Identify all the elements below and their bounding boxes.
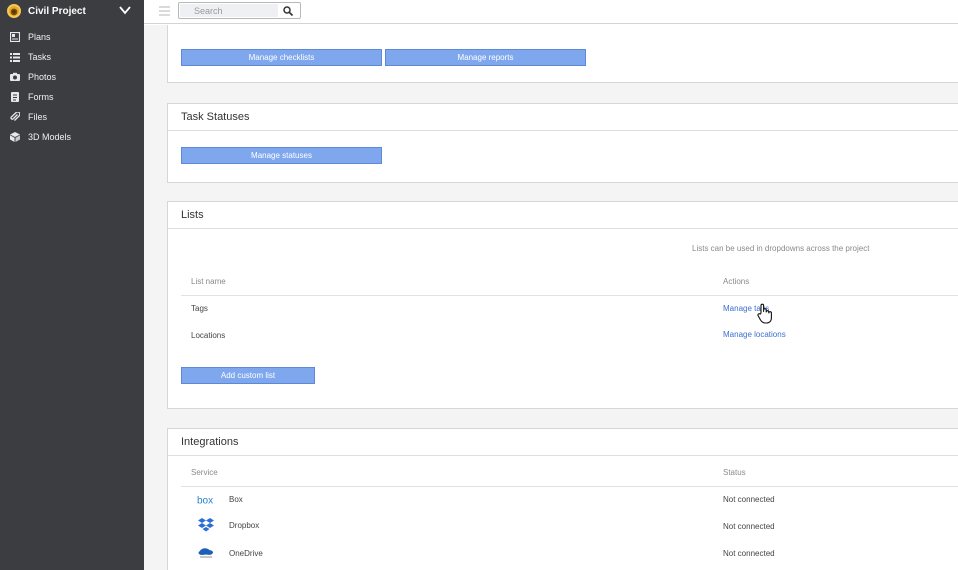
sidebar-item-label: Forms	[28, 92, 54, 102]
integration-status: Not connected	[723, 549, 775, 558]
box-logo-icon: box	[197, 493, 215, 507]
project-logo-icon: ◉	[7, 4, 21, 18]
divider	[181, 486, 958, 487]
integration-name: Box	[229, 495, 243, 504]
checklists-reports-card: Manage checklists Manage reports	[167, 25, 958, 83]
manage-reports-button[interactable]: Manage reports	[385, 49, 586, 66]
status-column-header: Status	[723, 468, 746, 477]
search-box	[178, 2, 301, 19]
sidebar-nav: Plans Tasks Photos Forms Files 3D Models	[0, 27, 144, 147]
integrations-title: Integrations	[168, 429, 958, 456]
sidebar-item-files[interactable]: Files	[0, 107, 144, 127]
sidebar-item-label: Plans	[28, 32, 51, 42]
hamburger-menu-icon[interactable]	[159, 6, 170, 16]
tasks-icon	[10, 53, 20, 62]
divider	[181, 295, 958, 296]
lists-title: Lists	[168, 202, 958, 229]
main-content[interactable]: Manage checklists Manage reports Task St…	[144, 25, 958, 570]
sidebar-item-label: Photos	[28, 72, 57, 82]
forms-icon	[11, 92, 19, 102]
integrations-card: Integrations Service Status box Box Not …	[167, 428, 958, 570]
chevron-down-icon[interactable]	[118, 3, 132, 17]
task-statuses-title: Task Statuses	[168, 104, 958, 131]
sidebar-item-plans[interactable]: Plans	[0, 27, 144, 47]
project-switcher[interactable]: ◉ Civil Project	[0, 0, 144, 22]
search-icon[interactable]	[283, 6, 293, 16]
svg-text:box: box	[197, 496, 213, 506]
sidebar-item-label: Tasks	[28, 52, 52, 62]
sidebar-item-photos[interactable]: Photos	[0, 67, 144, 87]
cube-icon	[10, 132, 20, 142]
sidebar-item-label: 3D Models	[28, 132, 72, 142]
integration-name: OneDrive	[229, 549, 263, 558]
lists-hint: Lists can be used in dropdowns across th…	[692, 244, 870, 253]
integration-status: Not connected	[723, 495, 775, 504]
list-row-name: Tags	[191, 304, 208, 313]
actions-column-header: Actions	[723, 277, 750, 286]
sidebar-item-forms[interactable]: Forms	[0, 87, 144, 107]
add-custom-list-button[interactable]: Add custom list	[181, 367, 315, 384]
integration-status: Not connected	[723, 522, 775, 531]
sidebar-item-tasks[interactable]: Tasks	[0, 47, 144, 67]
plans-icon	[10, 32, 20, 42]
sidebar: ◉ Civil Project Plans Tasks Photos Forms…	[0, 0, 144, 570]
sidebar-item-label: Files	[28, 112, 48, 122]
integration-name: Dropbox	[229, 521, 260, 530]
lists-card: Lists Lists can be used in dropdowns acr…	[167, 201, 958, 409]
top-bar	[144, 0, 958, 24]
project-name: Civil Project	[28, 5, 86, 17]
list-name-column-header: List name	[191, 277, 226, 286]
sidebar-item-3d-models[interactable]: 3D Models	[0, 127, 144, 147]
camera-icon	[10, 72, 20, 81]
list-row-name: Locations	[191, 331, 226, 340]
service-column-header: Service	[191, 468, 218, 477]
onedrive-logo-icon	[197, 545, 215, 559]
manage-checklists-button[interactable]: Manage checklists	[181, 49, 382, 66]
dropbox-logo-icon	[197, 518, 215, 532]
manage-locations-link[interactable]: Manage locations	[723, 330, 786, 339]
search-input[interactable]	[180, 4, 278, 17]
paperclip-icon	[10, 112, 20, 121]
hand-cursor-icon	[757, 303, 772, 324]
task-statuses-card: Task Statuses Manage statuses	[167, 103, 958, 183]
manage-statuses-button[interactable]: Manage statuses	[181, 147, 382, 164]
